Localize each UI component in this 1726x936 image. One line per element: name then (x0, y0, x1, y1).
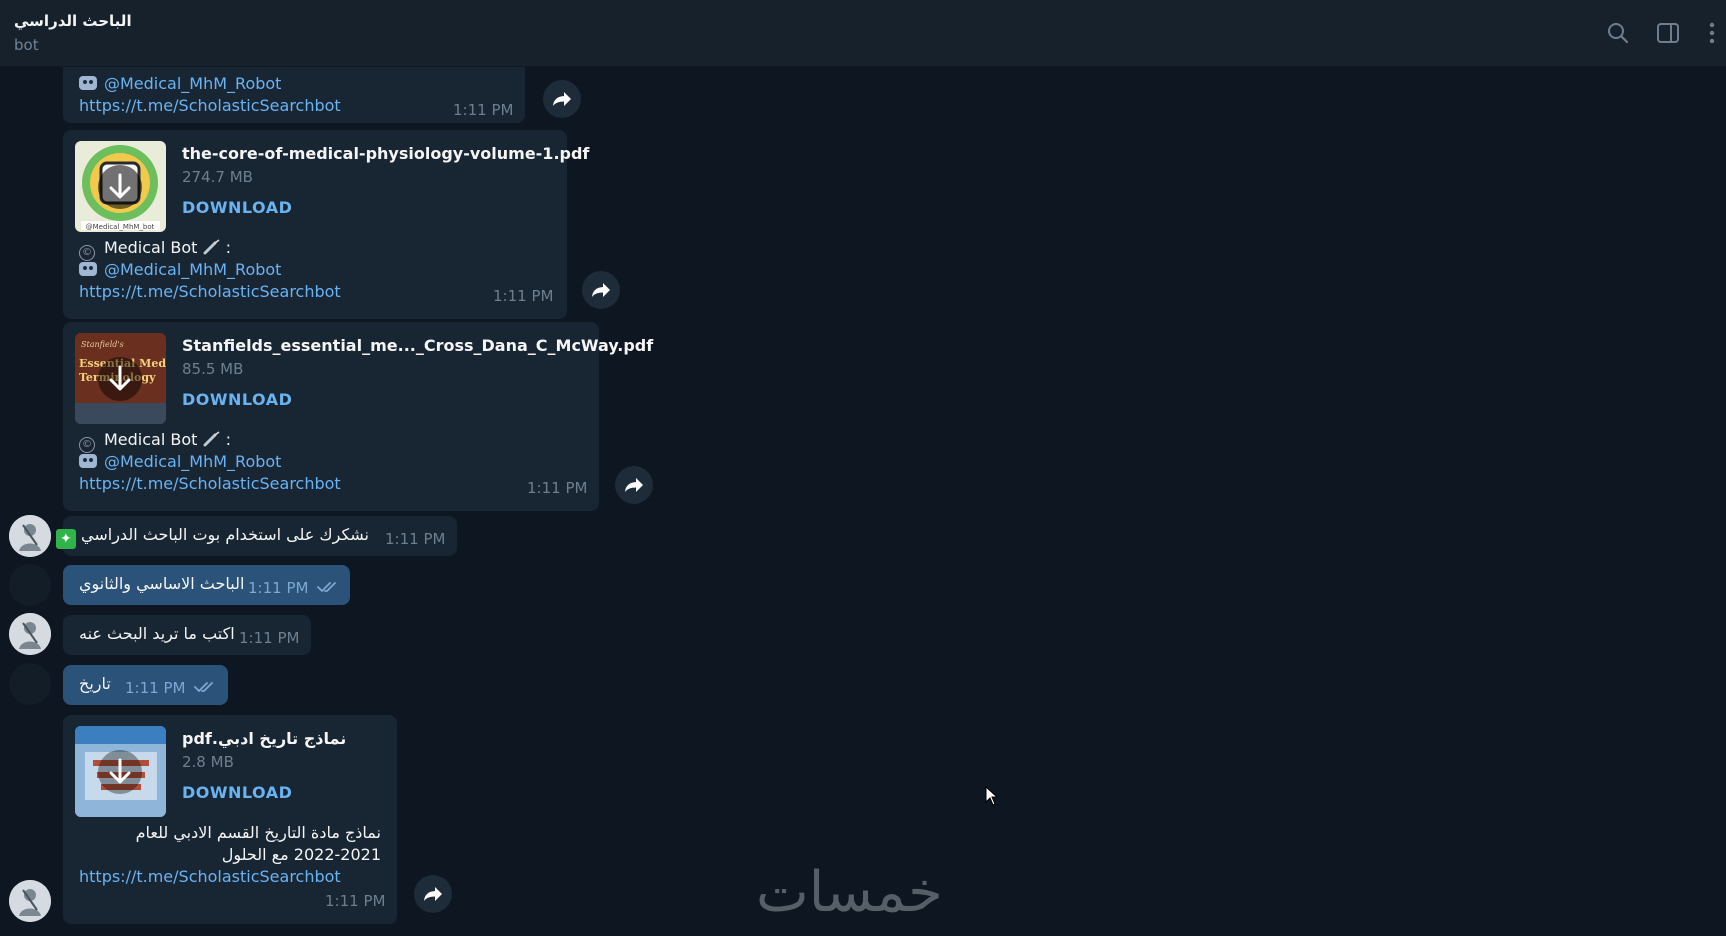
bot-link[interactable]: https://t.me/ScholasticSearchbot (79, 96, 341, 115)
mouse-cursor-icon (985, 786, 999, 806)
caption-mention-line: @Medical_MhM_Robot (79, 74, 281, 93)
caption-colon: : (225, 430, 231, 449)
message-text: الباحث الاساسي والثانوي (79, 574, 245, 593)
bot-avatar[interactable] (9, 613, 51, 655)
search-icon[interactable] (1603, 18, 1633, 48)
watermark-logo: خمسات (756, 860, 943, 925)
message-bubble-1[interactable]: @Medical_MhM_Robot https://t.me/Scholast… (63, 67, 525, 123)
bot-avatar[interactable] (9, 880, 51, 922)
caption-colon: : (225, 238, 231, 257)
file-thumbnail[interactable]: Stanfield's Essential Medi Terminology (75, 333, 166, 424)
user-avatar[interactable] (9, 663, 51, 705)
message-time: 1:11 PM (325, 892, 386, 910)
user-avatar[interactable] (9, 564, 51, 606)
forward-button[interactable] (414, 875, 452, 913)
download-button[interactable]: DOWNLOAD (182, 390, 292, 409)
file-thumbnail[interactable] (75, 726, 166, 817)
message-time: 1:11 PM (527, 479, 588, 497)
double-check-icon (194, 682, 213, 692)
file-name[interactable]: نماذج تاريخ ادبي.pdf (182, 729, 346, 748)
caption-mention-line: @Medical_MhM_Robot (79, 452, 281, 471)
sidebar-toggle-icon[interactable] (1653, 18, 1683, 48)
caption-bot-name: Medical Bot (104, 238, 198, 257)
double-check-icon (317, 582, 336, 592)
copyright-emoji: © (79, 245, 95, 261)
message-bubble-7[interactable]: تاريخ 1:11 PM (63, 665, 228, 705)
chat-subtitle: bot (14, 36, 39, 54)
syringe-emoji (203, 239, 221, 259)
caption-bot-name: Medical Bot (104, 430, 198, 449)
robot-emoji (79, 454, 97, 468)
forward-button[interactable] (543, 80, 581, 118)
syringe-emoji (203, 431, 221, 451)
message-text: نشكرك على استخدام بوت الباحث الدراسي ✦ (55, 525, 369, 549)
message-time: 1:11 PM (239, 629, 300, 647)
forward-button[interactable] (582, 271, 620, 309)
caption-line-1: نماذج مادة التاريخ القسم الادبي للعام (135, 823, 381, 842)
file-size: 274.7 MB (182, 168, 253, 186)
message-text: تاريخ (79, 674, 111, 693)
bot-link[interactable]: https://t.me/ScholasticSearchbot (79, 282, 341, 301)
forward-button[interactable] (615, 466, 653, 504)
robot-emoji (79, 76, 97, 90)
message-time: 1:11 PM (493, 287, 554, 305)
message-list[interactable]: @Medical_MhM_Robot https://t.me/Scholast… (0, 67, 1726, 936)
message-time: 1:11 PM (125, 679, 186, 697)
message-bubble-6[interactable]: اكتب ما تريد البحث عنه 1:11 PM (63, 615, 311, 655)
message-bubble-8[interactable]: نماذج تاريخ ادبي.pdf 2.8 MB DOWNLOAD نما… (63, 715, 397, 924)
caption-credit-line: © Medical Bot : (79, 430, 231, 453)
message-text: اكتب ما تريد البحث عنه (79, 624, 235, 643)
chat-header[interactable]: الباحث الدراسي bot (0, 0, 1726, 67)
sparkle-emoji: ✦ (55, 529, 76, 549)
message-bubble-4[interactable]: نشكرك على استخدام بوت الباحث الدراسي ✦ 1… (55, 516, 457, 556)
file-size: 2.8 MB (182, 753, 234, 771)
thumb-title: Stanfield's (81, 340, 124, 349)
bot-mention-link[interactable]: @Medical_MhM_Robot (104, 74, 281, 93)
file-size: 85.5 MB (182, 360, 244, 378)
message-time: 1:11 PM (385, 530, 446, 548)
svg-text:@Medical_MhM_bot: @Medical_MhM_bot (86, 223, 155, 231)
forward-icon (592, 283, 610, 297)
file-name[interactable]: Stanfields_essential_me..._Cross_Dana_C_… (182, 336, 653, 355)
forward-icon (424, 887, 442, 901)
more-vertical-icon[interactable] (1697, 18, 1726, 48)
bot-avatar[interactable] (9, 515, 51, 557)
download-button[interactable]: DOWNLOAD (182, 198, 292, 217)
download-button[interactable]: DOWNLOAD (182, 783, 292, 802)
copyright-emoji: © (79, 437, 95, 453)
message-bubble-5[interactable]: الباحث الاساسي والثانوي 1:11 PM (63, 565, 350, 605)
caption-mention-line: @Medical_MhM_Robot (79, 260, 281, 279)
bot-mention-link[interactable]: @Medical_MhM_Robot (104, 452, 281, 471)
forward-icon (553, 92, 571, 106)
message-bubble-3[interactable]: Stanfield's Essential Medi Terminology S… (63, 322, 653, 511)
file-name[interactable]: the-core-of-medical-physiology-volume-1.… (182, 144, 589, 163)
forward-icon (625, 478, 643, 492)
bot-mention-link[interactable]: @Medical_MhM_Robot (104, 260, 281, 279)
bot-link[interactable]: https://t.me/ScholasticSearchbot (79, 867, 341, 886)
file-thumbnail[interactable]: @Medical_MhM_bot (75, 141, 166, 232)
message-time: 1:11 PM (453, 101, 514, 119)
caption-line-2: 2022-2021 مع الحلول (221, 845, 381, 864)
chat-title[interactable]: الباحث الدراسي (14, 12, 132, 30)
bot-link[interactable]: https://t.me/ScholasticSearchbot (79, 474, 341, 493)
caption-credit-line: © Medical Bot : (79, 238, 231, 261)
robot-emoji (79, 262, 97, 276)
message-bubble-2[interactable]: @Medical_MhM_bot the-core-of-medical-phy… (63, 130, 589, 319)
message-time: 1:11 PM (248, 579, 309, 597)
